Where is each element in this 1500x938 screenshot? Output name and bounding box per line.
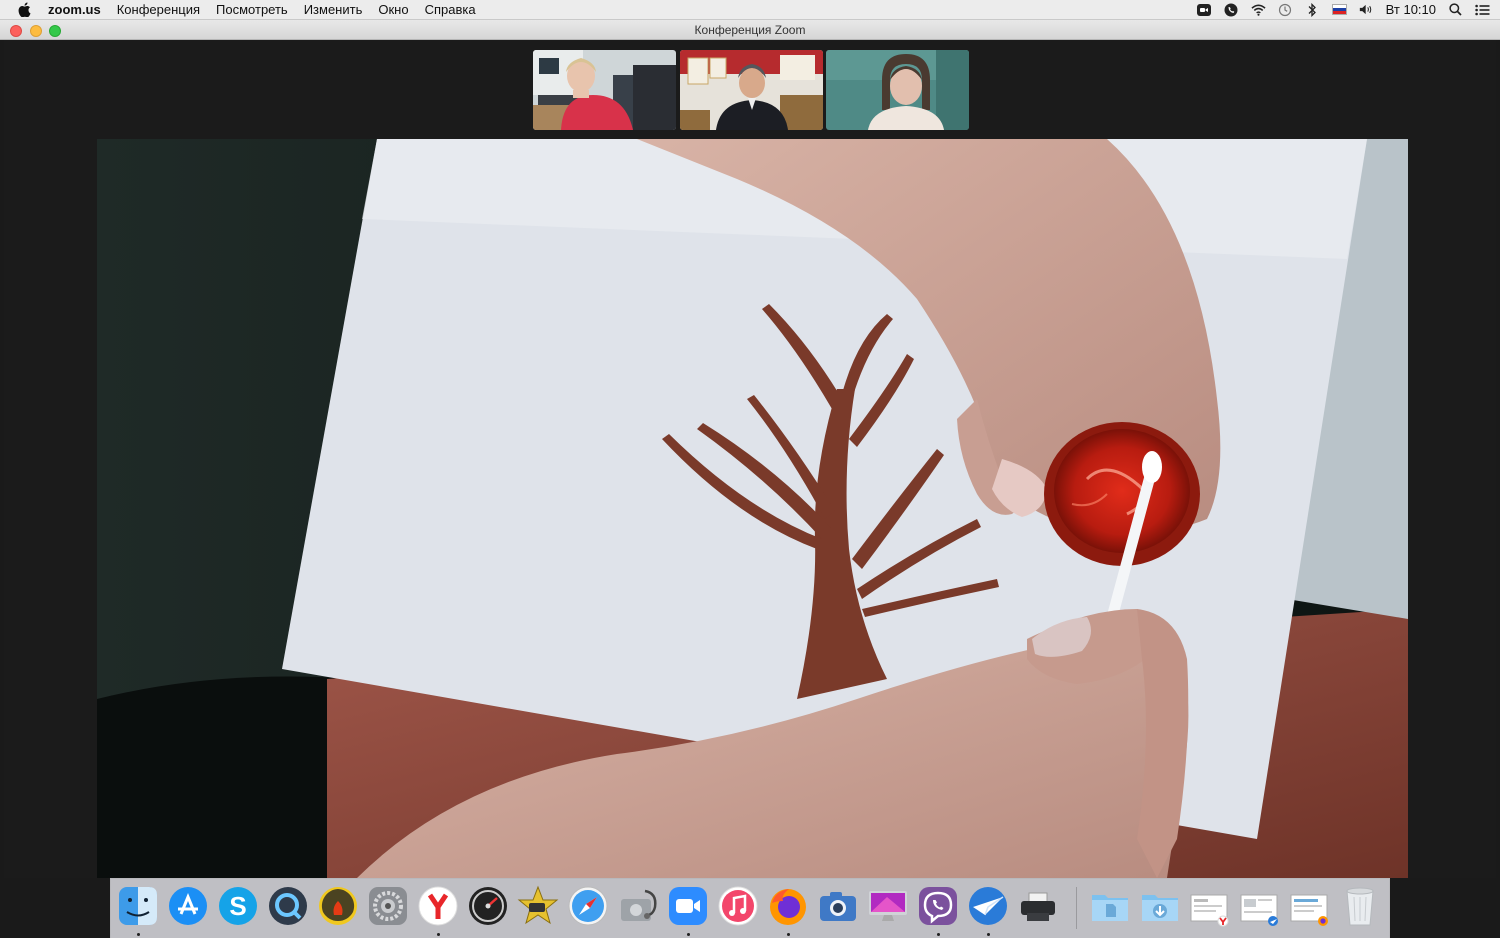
- dock-itunes[interactable]: [717, 885, 759, 927]
- apple-icon: [18, 2, 31, 17]
- running-indicator: [137, 933, 140, 936]
- skype-icon: S: [219, 887, 257, 925]
- participant-video-1: [533, 50, 676, 130]
- running-indicator: [687, 933, 690, 936]
- zoom-meeting-area: [4, 40, 1496, 878]
- imac-icon: [869, 891, 907, 921]
- window-title: Конференция Zoom: [694, 23, 806, 37]
- document-stack-icon: [1240, 894, 1278, 926]
- volume-icon[interactable]: [1359, 3, 1374, 17]
- spotlight-search-icon[interactable]: [1448, 3, 1463, 17]
- menu-window[interactable]: Окно: [370, 2, 416, 17]
- zoom-app-icon: [669, 887, 707, 925]
- dock-disk-utility[interactable]: [617, 885, 659, 927]
- menu-edit[interactable]: Изменить: [296, 2, 371, 17]
- document-stack-icon: [1290, 894, 1328, 926]
- menu-view[interactable]: Посмотреть: [208, 2, 296, 17]
- dock-yandex-browser[interactable]: [417, 885, 459, 927]
- imovie-icon: [517, 885, 559, 925]
- activity-monitor-icon: [469, 887, 507, 925]
- participant-video-3: [826, 50, 969, 130]
- zoom-tray-icon[interactable]: [1197, 3, 1212, 17]
- running-indicator: [987, 933, 990, 936]
- dock-printer[interactable]: [1017, 885, 1059, 927]
- trash-icon: [1346, 887, 1374, 926]
- menu-conference[interactable]: Конференция: [109, 2, 208, 17]
- dock-viber[interactable]: [917, 885, 959, 927]
- main-video-frame: [97, 139, 1408, 878]
- dock-safari[interactable]: [567, 885, 609, 927]
- safari-icon: [568, 886, 608, 926]
- svg-text:S: S: [229, 891, 246, 921]
- main-video-feed[interactable]: [97, 139, 1408, 878]
- time-machine-icon[interactable]: [1278, 3, 1293, 17]
- dock-quicktime[interactable]: [267, 885, 309, 927]
- dock: S: [110, 878, 1390, 938]
- dock-finder[interactable]: [117, 885, 159, 927]
- app-menu-zoom[interactable]: zoom.us: [48, 2, 109, 17]
- disk-utility-icon: [621, 889, 657, 921]
- documents-folder-icon: [1092, 895, 1128, 921]
- menu-help[interactable]: Справка: [417, 2, 484, 17]
- status-tray: Вт 10:10: [1197, 2, 1500, 17]
- running-indicator: [437, 933, 440, 936]
- dock-burn[interactable]: [317, 885, 359, 927]
- bluetooth-icon[interactable]: [1305, 2, 1320, 17]
- dock-zoom[interactable]: [667, 885, 709, 927]
- dock-mail[interactable]: [967, 885, 1009, 927]
- dock-imac-display[interactable]: [867, 885, 909, 927]
- dock-document-stack-2[interactable]: [1239, 885, 1281, 927]
- dock-activity-monitor[interactable]: [467, 885, 509, 927]
- window-title-bar[interactable]: Конференция Zoom: [0, 20, 1500, 40]
- downloads-folder-icon: [1142, 895, 1178, 921]
- dock-documents-folder[interactable]: [1089, 885, 1131, 927]
- app-store-icon: [169, 887, 207, 925]
- participant-thumbnail-2[interactable]: [680, 50, 823, 130]
- document-stack-icon: [1190, 894, 1229, 927]
- participant-thumbnail-1[interactable]: [533, 50, 676, 130]
- dock-separator: [1076, 887, 1077, 929]
- running-indicator: [937, 933, 940, 936]
- dock-document-stack-1[interactable]: [1189, 885, 1231, 927]
- camera-icon: [820, 892, 856, 921]
- burn-icon: [319, 887, 357, 925]
- system-preferences-icon: [369, 887, 407, 925]
- dock-document-stack-3[interactable]: [1289, 885, 1331, 927]
- firefox-icon: [770, 889, 806, 925]
- menu-bar: zoom.us Конференция Посмотреть Изменить …: [0, 0, 1500, 20]
- mail-plane-icon: [969, 887, 1007, 925]
- dock-app-store[interactable]: [167, 885, 209, 927]
- participant-video-2: [680, 50, 823, 130]
- viber-tray-icon[interactable]: [1224, 3, 1239, 17]
- dock-trash[interactable]: [1339, 885, 1381, 927]
- itunes-icon: [718, 886, 758, 926]
- running-indicator: [787, 933, 790, 936]
- menubar-clock[interactable]: Вт 10:10: [1386, 2, 1436, 17]
- quicktime-icon: [269, 887, 307, 925]
- dock-firefox[interactable]: [767, 885, 809, 927]
- finder-icon: [119, 887, 157, 925]
- russian-flag-input-icon[interactable]: [1331, 3, 1347, 17]
- apple-menu[interactable]: [0, 2, 48, 17]
- notification-center-icon[interactable]: [1475, 3, 1490, 17]
- dock-system-preferences[interactable]: [367, 885, 409, 927]
- yandex-browser-icon: [418, 886, 458, 926]
- wifi-icon[interactable]: [1251, 3, 1266, 17]
- participant-thumbnail-3[interactable]: [826, 50, 969, 130]
- dock-image-capture[interactable]: [817, 885, 859, 927]
- printer-icon: [1021, 892, 1055, 921]
- viber-icon: [919, 887, 957, 925]
- dock-skype[interactable]: S: [217, 885, 259, 927]
- dock-imovie[interactable]: [517, 885, 559, 927]
- dock-downloads-folder[interactable]: [1139, 885, 1181, 927]
